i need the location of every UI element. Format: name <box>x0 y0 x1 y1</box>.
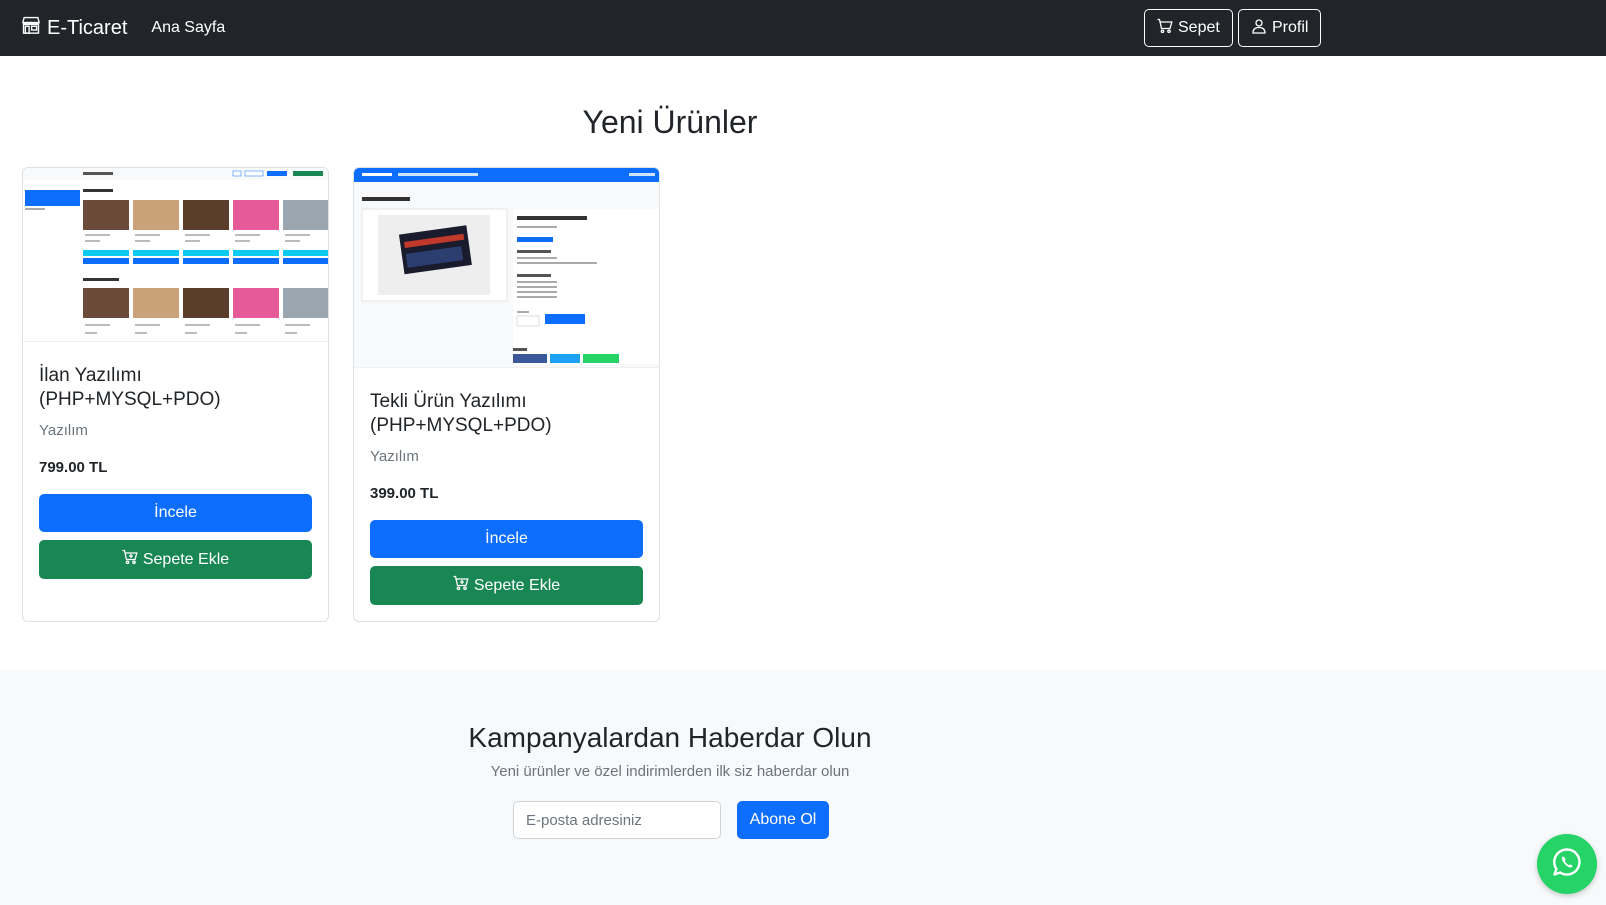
cart-plus-icon <box>453 575 474 596</box>
product-card: Tekli Ürün Yazılımı (PHP+MYSQL+PDO) Yazı… <box>353 167 660 622</box>
brand-name: E-Ticaret <box>47 16 128 39</box>
product-card-body: Tekli Ürün Yazılımı (PHP+MYSQL+PDO) Yazı… <box>354 368 659 605</box>
profile-button[interactable]: Profil <box>1238 9 1322 47</box>
add-to-cart-button[interactable]: Sepete Ekle <box>370 566 643 605</box>
cart-button[interactable]: Sepet <box>1144 9 1233 47</box>
cart-button-label: Sepet <box>1178 19 1220 36</box>
product-card: İlan Yazılımı (PHP+MYSQL+PDO) Yazılım 79… <box>22 167 329 622</box>
product-image[interactable] <box>354 168 659 368</box>
product-image[interactable] <box>23 168 328 342</box>
cart-plus-icon <box>122 549 143 570</box>
add-to-cart-button[interactable]: Sepete Ekle <box>39 540 312 579</box>
brand-link[interactable]: E-Ticaret <box>21 15 127 41</box>
product-category: Yazılım <box>370 448 419 465</box>
product-title-line2: (PHP+MYSQL+PDO) <box>39 389 221 410</box>
product-price: 399.00 TL <box>370 485 439 502</box>
product-title[interactable]: Tekli Ürün Yazılımı (PHP+MYSQL+PDO) <box>370 390 643 438</box>
product-title-line1: İlan Yazılımı <box>39 365 142 386</box>
top-navbar: E-Ticaret Ana Sayfa Sepet Profil <box>0 0 1606 56</box>
email-input[interactable] <box>513 801 721 839</box>
add-to-cart-label: Sepete Ekle <box>142 550 230 568</box>
view-product-button[interactable]: İncele <box>39 494 312 532</box>
whatsapp-icon <box>1551 846 1583 883</box>
cart-icon <box>1157 18 1178 39</box>
product-title-line2: (PHP+MYSQL+PDO) <box>370 415 552 436</box>
newsletter-subtitle: Yeni ürünler ve özel indirimlerden ilk s… <box>490 763 850 780</box>
shop-icon <box>21 15 47 41</box>
person-icon <box>1251 18 1272 39</box>
subscribe-button[interactable]: Abone Ol <box>737 801 829 839</box>
add-to-cart-label: Sepete Ekle <box>473 576 561 594</box>
profile-button-label: Profil <box>1272 19 1309 36</box>
newsletter-title: Kampanyalardan Haberdar Olun <box>468 722 872 753</box>
product-title-line1: Tekli Ürün Yazılımı <box>370 391 527 412</box>
section-title: Yeni Ürünler <box>582 104 758 140</box>
whatsapp-button[interactable] <box>1537 834 1597 894</box>
nav-link-home[interactable]: Ana Sayfa <box>151 19 225 37</box>
product-card-body: İlan Yazılımı (PHP+MYSQL+PDO) Yazılım 79… <box>23 342 328 579</box>
product-category: Yazılım <box>39 422 88 439</box>
product-price: 799.00 TL <box>39 459 108 476</box>
view-product-button[interactable]: İncele <box>370 520 643 558</box>
product-title[interactable]: İlan Yazılımı (PHP+MYSQL+PDO) <box>39 364 312 412</box>
newsletter-section: Kampanyalardan Haberdar Olun Yeni ürünle… <box>0 670 1606 905</box>
